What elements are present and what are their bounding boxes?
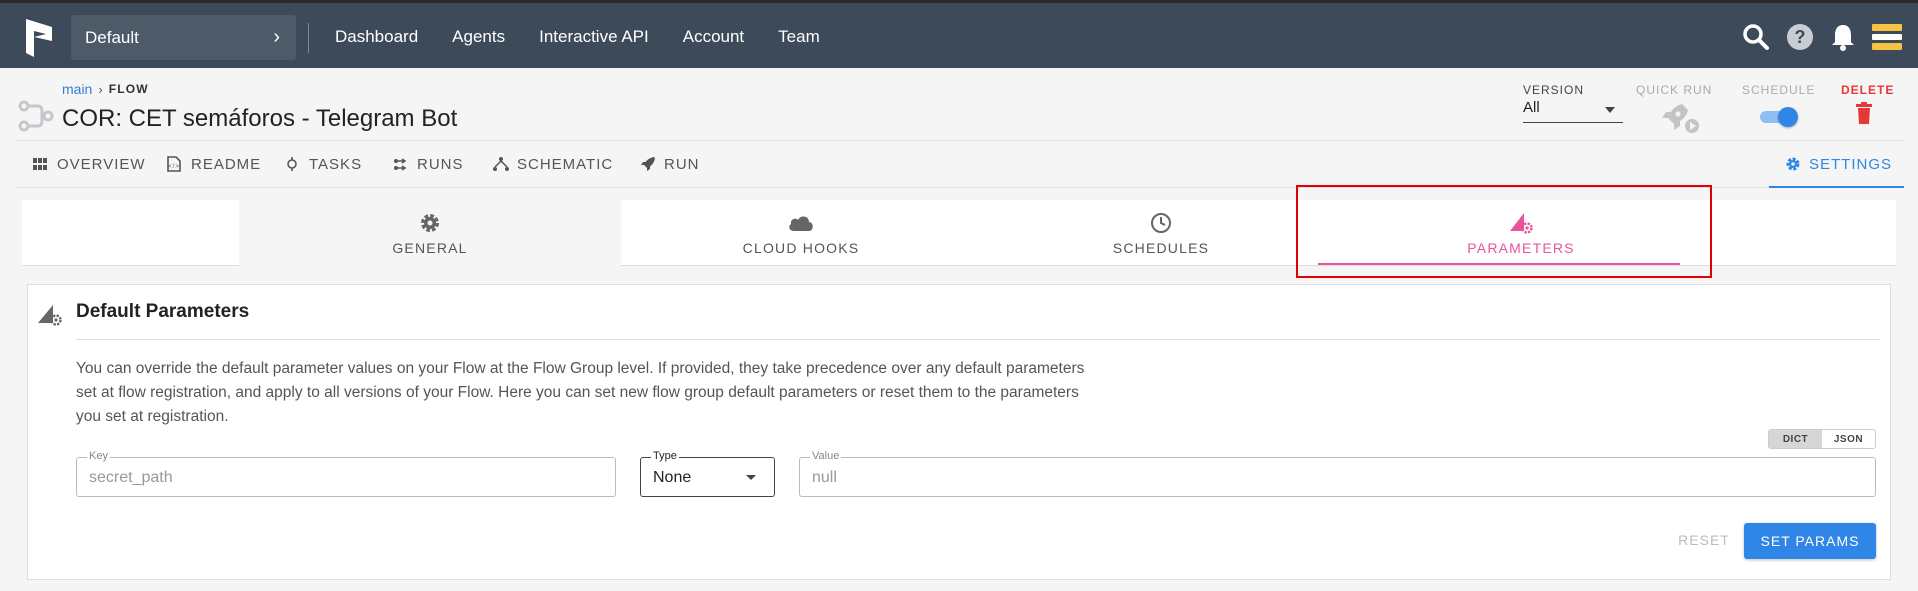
value-field-placeholder: null xyxy=(812,469,837,486)
subtab-label: GENERAL xyxy=(392,240,468,256)
key-field[interactable]: Key secret_path xyxy=(76,450,616,497)
tab-readme[interactable]: </> README xyxy=(167,141,261,187)
tab-run[interactable]: RUN xyxy=(640,141,700,187)
tab-schematic[interactable]: SCHEMATIC xyxy=(493,141,613,187)
task-icon xyxy=(285,156,301,172)
runs-icon xyxy=(393,156,409,172)
search-icon[interactable] xyxy=(1742,23,1770,51)
nav-team[interactable]: Team xyxy=(761,27,837,47)
gear-icon xyxy=(1785,156,1801,172)
tab-label: OVERVIEW xyxy=(57,155,146,173)
tab-label: SETTINGS xyxy=(1809,155,1893,173)
top-navigation-bar: Default › Dashboard Agents Interactive A… xyxy=(0,0,1918,68)
tab-label: RUN xyxy=(664,155,700,173)
subtab-cloud-hooks[interactable]: CLOUD HOOKS xyxy=(621,200,981,266)
subtab-label: SCHEDULES xyxy=(1112,240,1210,256)
tab-overview[interactable]: OVERVIEW xyxy=(33,141,146,187)
tab-label: RUNS xyxy=(417,155,464,173)
rocket-icon xyxy=(640,156,656,172)
subtab-schedules[interactable]: SCHEDULES xyxy=(981,200,1341,266)
dict-mode-button[interactable]: DICT xyxy=(1769,430,1822,448)
toggle-knob xyxy=(1778,107,1798,127)
caret-down-icon xyxy=(746,475,756,480)
help-icon[interactable]: ? xyxy=(1786,23,1814,51)
version-label: VERSION xyxy=(1523,83,1585,97)
document-icon: </> xyxy=(167,156,183,172)
server-status-icon[interactable] xyxy=(1872,23,1902,51)
value-field[interactable]: Value null xyxy=(799,450,1876,497)
card-description: You can override the default parameter v… xyxy=(76,360,1085,425)
clock-icon xyxy=(1150,210,1172,236)
chevron-right-icon: › xyxy=(273,26,280,48)
subtab-label: CLOUD HOOKS xyxy=(742,240,860,256)
set-params-button[interactable]: SET PARAMS xyxy=(1744,523,1876,559)
version-select[interactable]: All xyxy=(1523,99,1623,123)
top-nav: Dashboard Agents Interactive API Account… xyxy=(318,3,837,71)
tab-runs[interactable]: RUNS xyxy=(393,141,464,187)
grid-icon xyxy=(33,156,49,172)
dict-json-toggle: DICT JSON xyxy=(1768,429,1876,449)
tab-label: SCHEMATIC xyxy=(517,155,614,173)
prefect-logo-icon[interactable] xyxy=(26,19,56,57)
page-title: COR: CET semáforos - Telegram Bot xyxy=(62,105,458,132)
bell-icon[interactable] xyxy=(1830,23,1856,51)
highlight-box xyxy=(1296,185,1712,278)
schematic-icon xyxy=(493,156,509,172)
tab-settings[interactable]: SETTINGS xyxy=(1785,141,1892,187)
parameters-icon xyxy=(38,305,62,326)
card-title: Default Parameters xyxy=(76,301,250,322)
svg-text:</>: </> xyxy=(168,164,180,170)
tab-label: TASKS xyxy=(309,155,363,173)
team-name: Default xyxy=(85,27,139,47)
flow-tabs: OVERVIEW </> README TASKS RUNS SCHEMATIC… xyxy=(15,140,1904,188)
divider xyxy=(308,23,309,53)
breadcrumb: main › FLOW xyxy=(62,81,149,97)
key-field-label: Key xyxy=(87,450,110,462)
subtab-general[interactable]: GENERAL xyxy=(239,200,621,266)
gear-icon xyxy=(419,210,441,236)
caret-down-icon xyxy=(1605,107,1615,113)
key-field-placeholder: secret_path xyxy=(89,469,173,486)
team-selector[interactable]: Default › xyxy=(71,15,296,60)
value-field-label: Value xyxy=(810,450,842,462)
schedule-toggle[interactable] xyxy=(1760,107,1798,127)
delete-label: DELETE xyxy=(1841,83,1895,97)
breadcrumb-current: FLOW xyxy=(108,82,149,96)
top-icons: ? xyxy=(1742,3,1918,71)
trash-icon[interactable] xyxy=(1855,102,1873,124)
nav-account[interactable]: Account xyxy=(666,27,761,47)
type-select[interactable]: Type None xyxy=(640,450,775,497)
type-select-label: Type xyxy=(651,450,679,462)
json-mode-button[interactable]: JSON xyxy=(1822,430,1875,448)
nav-interactive-api[interactable]: Interactive API xyxy=(522,27,666,47)
active-tab-indicator xyxy=(1769,186,1904,188)
reset-button[interactable]: RESET xyxy=(1668,523,1740,557)
breadcrumb-project-link[interactable]: main xyxy=(62,81,92,97)
nav-agents[interactable]: Agents xyxy=(435,27,522,47)
svg-text:?: ? xyxy=(1795,27,1806,47)
version-value: All xyxy=(1523,99,1540,116)
schedule-label: SCHEDULE xyxy=(1742,83,1816,97)
type-select-value: None xyxy=(653,469,692,486)
flow-icon xyxy=(18,100,54,132)
default-parameters-card: Default Parameters You can override the … xyxy=(27,284,1891,580)
quick-run-label: QUICK RUN xyxy=(1636,83,1713,97)
divider xyxy=(76,339,1880,340)
cloud-icon xyxy=(787,210,815,236)
tab-tasks[interactable]: TASKS xyxy=(285,141,362,187)
quick-run-rocket-icon[interactable] xyxy=(1658,102,1700,134)
chevron-right-icon: › xyxy=(98,81,103,97)
nav-dashboard[interactable]: Dashboard xyxy=(318,27,435,47)
tab-label: README xyxy=(191,155,262,173)
